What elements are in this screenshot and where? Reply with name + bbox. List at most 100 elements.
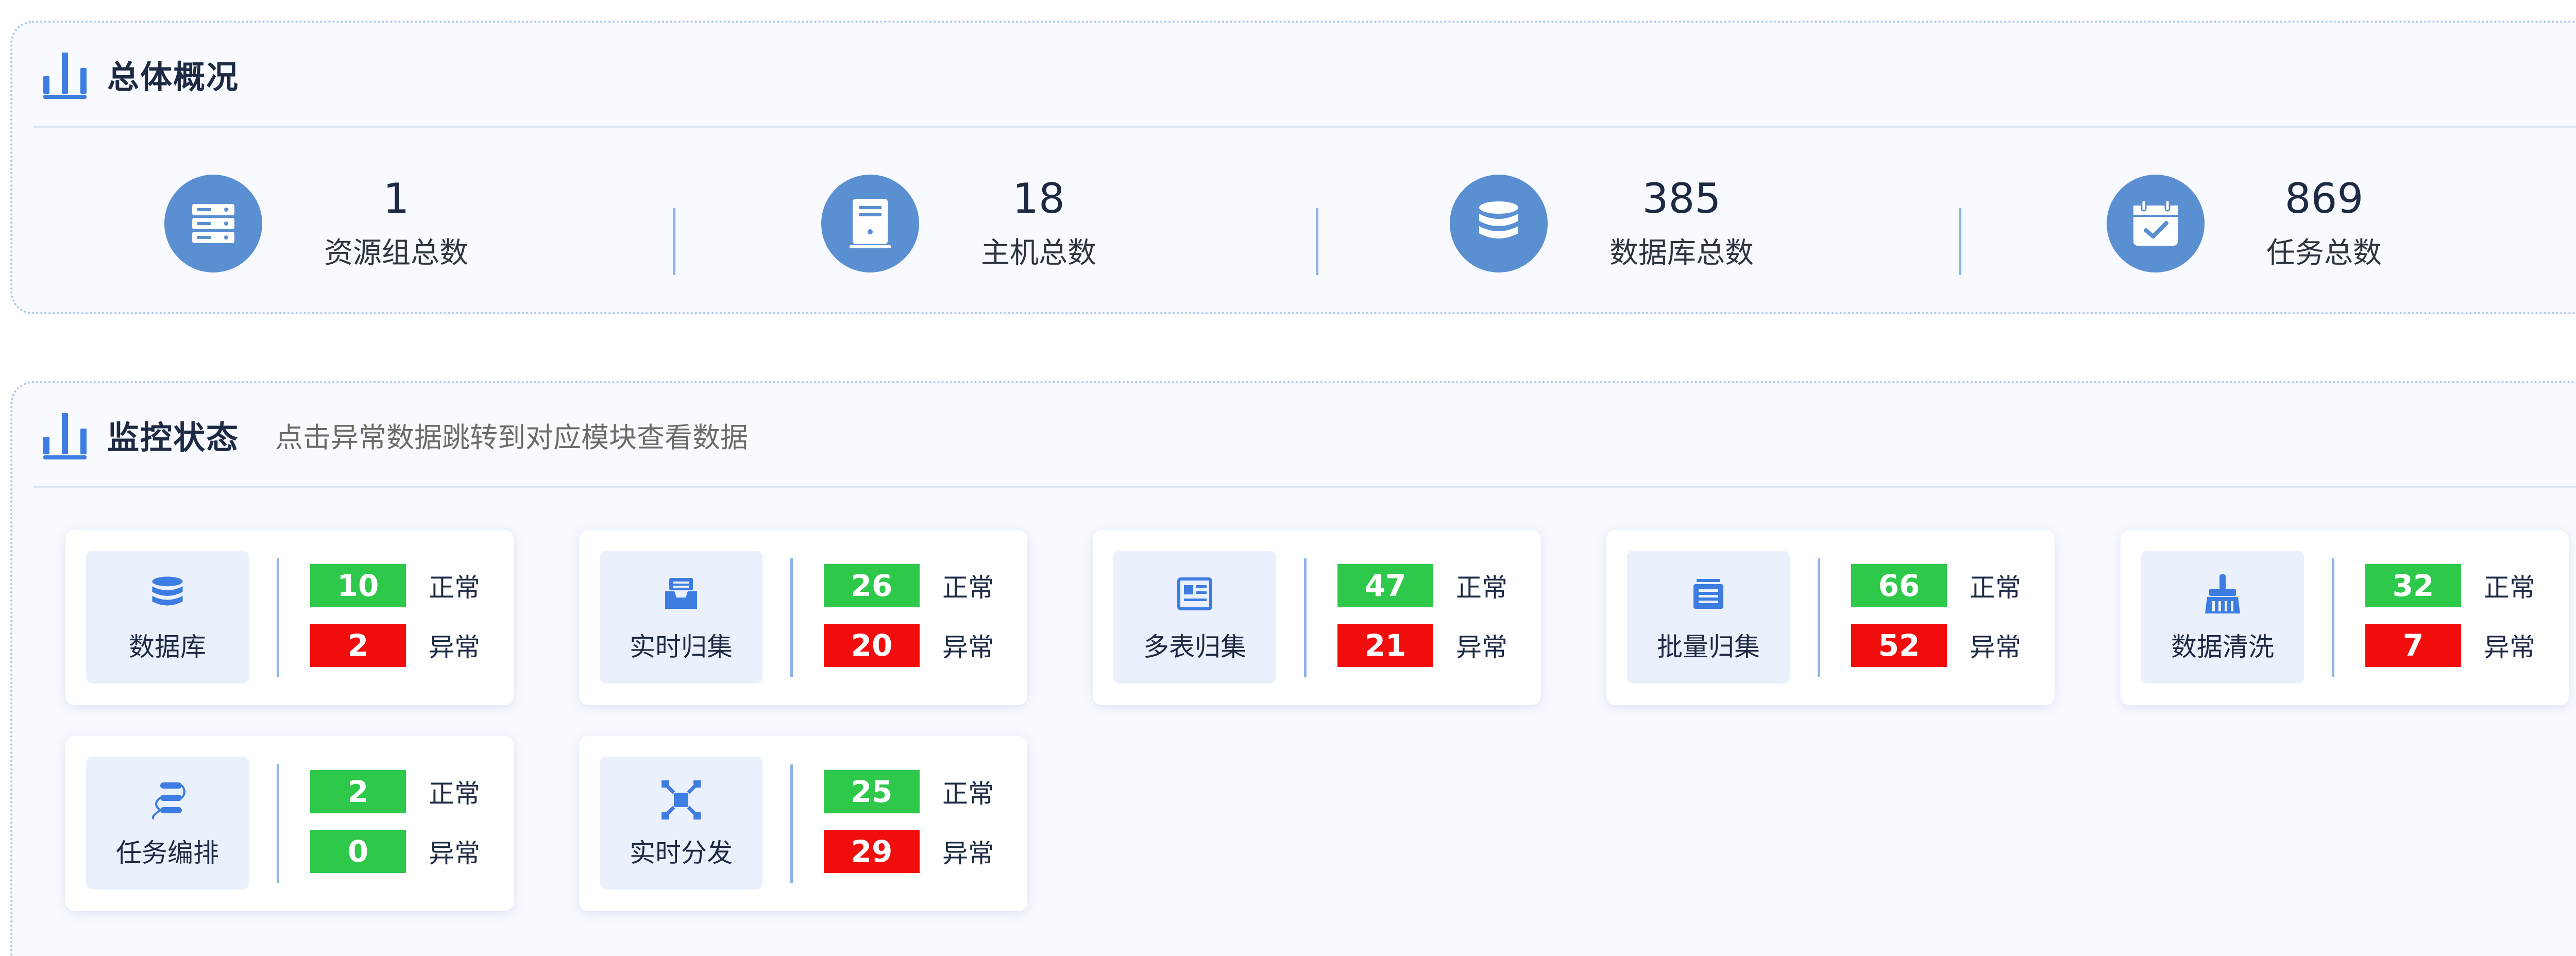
normal-row: 2 正常: [310, 770, 480, 813]
card-separator: [277, 558, 279, 677]
card-name: 多表归集: [1143, 632, 1246, 662]
card-module-button[interactable]: 数据清洗: [2141, 551, 2304, 684]
card-separator: [2332, 558, 2334, 677]
abnormal-count[interactable]: 21: [1337, 624, 1433, 667]
card-separator: [1304, 558, 1307, 677]
card-name: 批量归集: [1657, 632, 1760, 662]
stat-value: 18: [1012, 174, 1065, 223]
monitor-card-database[interactable]: 数据库 10 正常 2 异常: [65, 530, 514, 705]
multi-table-icon: [1172, 571, 1218, 617]
normal-row: 47 正常: [1337, 564, 1507, 607]
monitor-card-data-cleaning[interactable]: 数据清洗 32 正常 7 异常: [2121, 530, 2569, 705]
normal-row: 10 正常: [310, 564, 480, 607]
dashboard: 总体概况 1 资源组总数 18 主机总数 385 数据库总数 869 任务总数 …: [0, 0, 2576, 956]
bar-chart-icon: [43, 410, 87, 459]
normal-count[interactable]: 26: [824, 564, 920, 607]
database-icon: [144, 571, 191, 617]
abnormal-label: 异常: [429, 839, 480, 868]
normal-count[interactable]: 66: [1851, 564, 1947, 607]
normal-label: 正常: [429, 779, 480, 809]
card-module-button[interactable]: 实时分发: [600, 757, 762, 890]
stat-separator: [1959, 208, 1961, 275]
abnormal-label: 异常: [942, 633, 994, 662]
normal-label: 正常: [429, 573, 480, 603]
normal-row: 32 正常: [2365, 564, 2535, 607]
abnormal-row: 7 异常: [2365, 624, 2535, 667]
stat-hosts: 18 主机总数: [821, 167, 1096, 280]
normal-count[interactable]: 2: [310, 770, 406, 813]
card-module-button[interactable]: 多表归集: [1113, 551, 1276, 684]
normal-label: 正常: [2484, 573, 2535, 603]
stat-resource-groups: 1 资源组总数: [164, 167, 468, 280]
monitor-header: 监控状态 点击异常数据跳转到对应模块查看数据: [43, 383, 748, 486]
monitor-card-realtime-distribute[interactable]: 实时分发 25 正常 29 异常: [579, 736, 1027, 911]
abnormal-count[interactable]: 0: [310, 830, 406, 873]
normal-count[interactable]: 47: [1337, 564, 1433, 607]
stat-databases: 385 数据库总数: [1450, 167, 1754, 280]
card-module-button[interactable]: 实时归集: [600, 551, 762, 684]
card-separator: [790, 764, 793, 883]
abnormal-count[interactable]: 7: [2365, 624, 2461, 667]
abnormal-row: 29 异常: [824, 830, 994, 873]
stat-label: 资源组总数: [324, 236, 468, 270]
abnormal-label: 异常: [2484, 633, 2535, 662]
abnormal-row: 52 异常: [1851, 624, 2021, 667]
stat-value: 1: [383, 174, 410, 223]
abnormal-row: 21 异常: [1337, 624, 1507, 667]
normal-row: 25 正常: [824, 770, 994, 813]
monitor-divider: [33, 486, 2576, 488]
abnormal-label: 异常: [429, 633, 480, 662]
batch-list-icon: [1685, 571, 1732, 617]
monitor-subtitle: 点击异常数据跳转到对应模块查看数据: [275, 421, 749, 454]
normal-label: 正常: [1970, 573, 2021, 603]
normal-count[interactable]: 32: [2365, 564, 2461, 607]
card-name: 数据库: [129, 632, 206, 662]
card-separator: [1818, 558, 1820, 677]
abnormal-label: 异常: [942, 839, 994, 868]
abnormal-count[interactable]: 52: [1851, 624, 1947, 667]
stat-value: 385: [1642, 174, 1721, 223]
abnormal-label: 异常: [1970, 633, 2021, 662]
server-rack-icon: [164, 175, 262, 272]
card-name: 实时分发: [630, 838, 733, 868]
abnormal-count[interactable]: 2: [310, 624, 406, 667]
database-icon: [1450, 175, 1548, 272]
abnormal-label: 异常: [1456, 633, 1507, 662]
broom-icon: [2199, 571, 2246, 617]
normal-row: 26 正常: [824, 564, 994, 607]
card-module-button[interactable]: 批量归集: [1627, 551, 1790, 684]
stat-separator: [673, 208, 675, 275]
normal-count[interactable]: 10: [310, 564, 406, 607]
card-name: 数据清洗: [2171, 632, 2274, 662]
card-module-button[interactable]: 数据库: [86, 551, 249, 684]
distribute-icon: [658, 777, 704, 823]
overview-panel: 总体概况 1 资源组总数 18 主机总数 385 数据库总数 869 任务总数: [10, 21, 2576, 314]
card-name: 实时归集: [630, 632, 733, 662]
monitor-card-multi-table-collect[interactable]: 多表归集 47 正常 21 异常: [1093, 530, 1541, 705]
card-module-button[interactable]: 任务编排: [86, 757, 249, 890]
card-name: 任务编排: [116, 838, 219, 868]
stat-label: 主机总数: [981, 236, 1096, 270]
task-calendar-icon: [2107, 175, 2205, 272]
bar-chart-icon: [43, 49, 87, 99]
monitor-card-task-orchestration[interactable]: 任务编排 2 正常 0 异常: [65, 736, 514, 911]
overview-divider: [33, 126, 2576, 128]
abnormal-count[interactable]: 20: [824, 624, 920, 667]
abnormal-row: 20 异常: [824, 624, 994, 667]
abnormal-count[interactable]: 29: [824, 830, 920, 873]
monitor-panel: 监控状态 点击异常数据跳转到对应模块查看数据 数据库 10 正常 2 异常 实时…: [10, 381, 2576, 956]
stat-value: 869: [2284, 174, 2364, 223]
normal-count[interactable]: 25: [824, 770, 920, 813]
abnormal-row: 0 异常: [310, 830, 480, 873]
normal-row: 66 正常: [1851, 564, 2021, 607]
monitor-card-batch-collect[interactable]: 批量归集 66 正常 52 异常: [1606, 530, 2055, 705]
stat-label: 数据库总数: [1609, 236, 1754, 270]
normal-label: 正常: [942, 779, 994, 809]
card-separator: [790, 558, 793, 677]
monitor-card-realtime-collect[interactable]: 实时归集 26 正常 20 异常: [579, 530, 1027, 705]
abnormal-row: 2 异常: [310, 624, 480, 667]
inbox-icon: [658, 571, 704, 617]
stat-separator: [1316, 208, 1318, 275]
workflow-icon: [144, 777, 191, 823]
stat-tasks: 869 任务总数: [2107, 167, 2382, 280]
